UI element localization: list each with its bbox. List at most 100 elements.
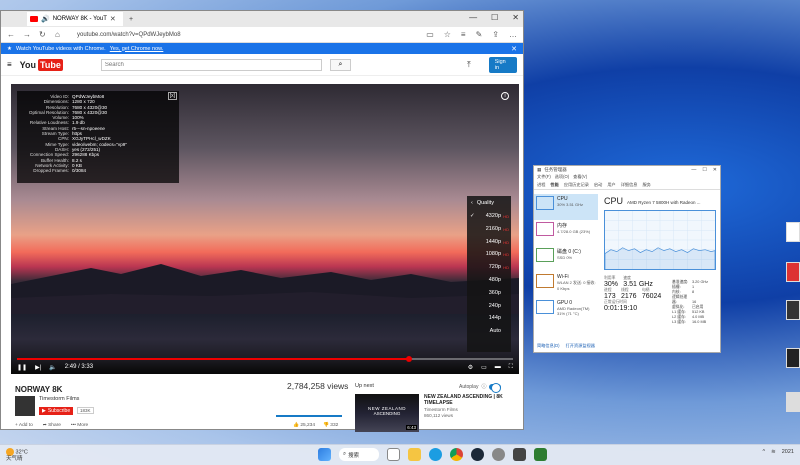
add-to-button[interactable]: + Add to (15, 423, 33, 428)
tm-tab[interactable]: 启动 (594, 182, 602, 188)
channel-name[interactable]: Timestorm Films (39, 396, 79, 402)
audio-icon[interactable]: 🔊 (41, 15, 50, 23)
favorite-star-icon[interactable]: ☆ (444, 30, 451, 39)
more-button[interactable]: ••• More (71, 423, 88, 428)
tm-sidebar-item[interactable]: GPU 0 AMD Radeon(TM) 31% (71 °C) (534, 298, 598, 324)
minimize-button[interactable]: — (469, 13, 477, 22)
channel-avatar[interactable] (15, 396, 35, 416)
tm-tab[interactable]: 用户 (607, 182, 615, 188)
task-view-icon[interactable] (387, 448, 400, 461)
quality-option[interactable]: 720p HD (467, 261, 511, 274)
new-tab-icon[interactable]: + (129, 16, 133, 23)
taskbar-apps: ⌕ 搜索 (318, 448, 547, 461)
forward-icon[interactable]: → (23, 30, 33, 39)
cast-icon[interactable]: ▬ (495, 364, 501, 371)
desktop-icon[interactable] (786, 222, 800, 242)
task-manager-tabs: 进程 性能 应用历史记录 启动 用户 详细信息 服务 (534, 181, 720, 190)
share-icon[interactable]: ⇪ (492, 30, 499, 39)
next-icon[interactable]: ▶| (35, 364, 41, 371)
start-icon[interactable] (318, 448, 331, 461)
app-icon[interactable] (513, 448, 526, 461)
tm-tab[interactable]: 服务 (642, 182, 650, 188)
tm-sidebar-item[interactable]: Wi-Fi WLAN 2 发送: 0 接收: 0 Kbps (534, 272, 598, 298)
quality-header[interactable]: ‹ Quality (467, 196, 511, 210)
wifi-icon[interactable]: ≋ (771, 449, 776, 455)
fullscreen-icon[interactable]: ⛶ (509, 364, 513, 371)
file-explorer-icon[interactable] (408, 448, 421, 461)
browser-tab[interactable]: 🔊 NORWAY 8K - YouT ✕ (27, 12, 123, 26)
settings-gear-icon[interactable]: ⚙ (468, 364, 473, 371)
back-icon[interactable]: ← (7, 30, 17, 39)
maximize-button[interactable]: ☐ (491, 13, 498, 22)
chevron-up-icon[interactable]: ^ (763, 449, 766, 455)
clock-year[interactable]: 2021 (782, 449, 794, 455)
like-button[interactable]: 👍 25,234 (293, 423, 315, 428)
tm-close-button[interactable]: ✕ (713, 167, 717, 173)
menu-icon[interactable]: ≡ (7, 60, 12, 69)
close-window-button[interactable]: ✕ (512, 13, 519, 22)
close-tab-icon[interactable]: ✕ (110, 15, 116, 23)
weather-widget[interactable]: 32°C 天气晴 (6, 448, 28, 462)
dislike-button[interactable]: 👎 332 (323, 423, 338, 428)
refresh-icon[interactable]: ↻ (39, 30, 49, 39)
tm-maximize-button[interactable]: ☐ (702, 167, 706, 173)
chrome-icon[interactable] (450, 448, 463, 461)
tm-sidebar-item[interactable]: CPU 30% 3.51 GHz (534, 194, 598, 220)
steam-icon[interactable] (471, 448, 484, 461)
share-button[interactable]: ➦ Share (43, 423, 61, 428)
quality-option[interactable]: 480p (467, 274, 511, 287)
recommended-thumbnail[interactable]: NEW ZEALAND ASCENDING 6:43 (355, 394, 419, 432)
banner-close-icon[interactable]: ✕ (511, 45, 517, 53)
recommended-title[interactable]: NEW ZEALAND ASCENDING | 8K TIMELAPSE (424, 394, 516, 406)
quality-option[interactable]: 360p (467, 287, 511, 300)
tm-menu-item[interactable]: 文件(F) (537, 174, 551, 181)
upload-icon[interactable]: ⤒ (467, 60, 471, 70)
volume-icon[interactable]: 🔈 (49, 364, 56, 371)
fewer-details-link[interactable]: 简略信息(D) (537, 343, 560, 349)
youtube-logo[interactable]: You Tube (20, 58, 63, 71)
subscribe-button[interactable]: ▶ Subscribe (39, 407, 74, 415)
tm-minimize-button[interactable]: — (691, 167, 696, 173)
sign-in-button[interactable]: Sign in (488, 56, 517, 73)
autoplay-toggle[interactable] (489, 382, 502, 393)
more-icon[interactable]: … (509, 30, 517, 39)
quality-option[interactable]: 240p (467, 300, 511, 313)
url-field[interactable]: youtube.com/watch?v=QPdWJeybMo8 (71, 32, 420, 38)
quality-option[interactable]: 1080p HD (467, 248, 511, 261)
resource-monitor-link[interactable]: 打开资源监视器 (566, 343, 595, 349)
stats-close-button[interactable]: [x] (167, 92, 177, 100)
desktop-icon[interactable] (786, 392, 800, 412)
desktop-icon[interactable] (786, 262, 800, 282)
edge-icon[interactable] (429, 448, 442, 461)
get-chrome-link[interactable]: Yes, get Chrome now. (110, 46, 164, 52)
tm-menu-item[interactable]: 选项(O) (555, 174, 569, 181)
settings-icon[interactable] (492, 448, 505, 461)
tm-tab[interactable]: 详细信息 (621, 182, 638, 188)
reading-view-icon[interactable]: ▭ (426, 30, 434, 39)
theater-mode-icon[interactable]: ▭ (481, 364, 487, 371)
home-icon[interactable]: ⌂ (55, 30, 65, 39)
notes-icon[interactable]: ✎ (476, 30, 483, 39)
tm-tab[interactable]: 性能 (550, 182, 558, 188)
hub-icon[interactable]: ≡ (461, 30, 466, 39)
search-button[interactable]: ⌕ (329, 58, 352, 71)
pause-icon[interactable]: ❚❚ (17, 364, 27, 371)
quality-option[interactable]: Auto (467, 325, 511, 338)
tm-sidebar-item[interactable]: 磁盘 0 (C:) SSD 0% (534, 246, 598, 272)
video-player[interactable]: [x] Video ID: QPdWJeybMo8 Dimensions: 1280 … (11, 84, 519, 374)
desktop-icon[interactable] (786, 300, 800, 320)
info-icon[interactable]: i (501, 92, 509, 100)
desktop-icon[interactable] (786, 348, 800, 368)
search-input[interactable] (100, 58, 322, 71)
autoplay-info-icon[interactable]: ⓘ (481, 383, 486, 390)
app-icon[interactable] (534, 448, 547, 461)
tm-menu-item[interactable]: 查看(V) (573, 174, 587, 181)
tm-sidebar-item[interactable]: 内存 4.7/28.0 GB (23%) (534, 220, 598, 246)
tm-tab[interactable]: 进程 (537, 182, 545, 188)
taskbar-search[interactable]: ⌕ 搜索 (339, 448, 379, 461)
quality-option[interactable]: 1440p HD (467, 236, 511, 249)
quality-option[interactable]: 2160p HD (467, 223, 511, 236)
tm-tab[interactable]: 应用历史记录 (564, 182, 589, 188)
quality-option[interactable]: 144p (467, 312, 511, 325)
quality-option[interactable]: ✓ 4320p HD (467, 210, 511, 223)
